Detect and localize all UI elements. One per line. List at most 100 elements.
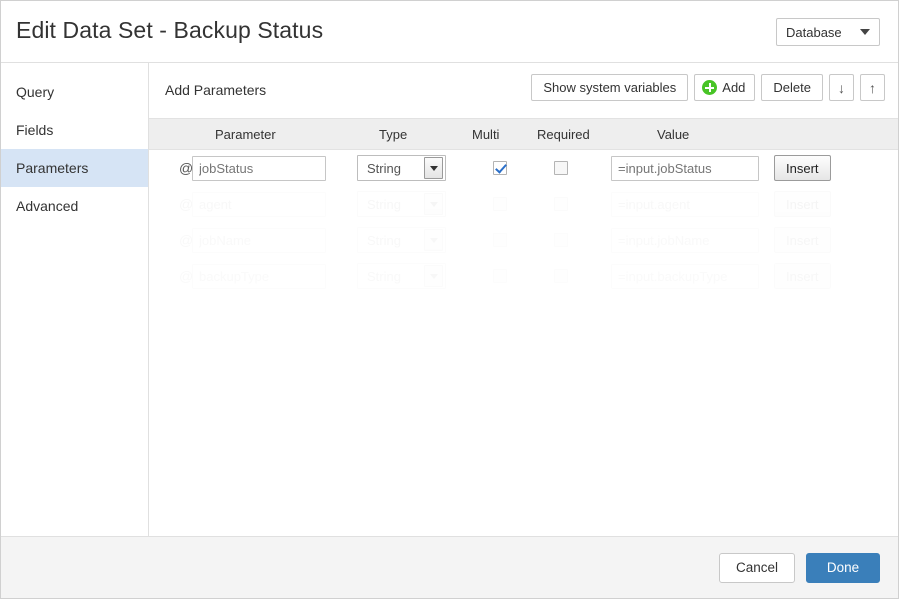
parameter-type-value: String [358,233,424,248]
required-cell [554,258,568,294]
parameter-type-cell: String [357,150,446,186]
sidebar-item-label: Query [16,84,54,100]
parameter-name-input [192,192,326,217]
insert-cell: Insert [774,186,831,222]
insert-cell: Insert [774,222,831,258]
required-checkbox [554,269,568,283]
parameter-name-input[interactable] [192,156,326,181]
multi-checkbox [493,197,507,211]
add-parameter-button[interactable]: Add [694,74,755,101]
chevron-down-icon [424,229,443,251]
parameter-name-cell [192,222,326,258]
page-title: Edit Data Set - Backup Status [16,17,323,44]
parameter-value-input [611,264,759,289]
required-checkbox [554,197,568,211]
parameter-type-value: String [358,161,424,176]
chevron-down-icon [424,193,443,215]
dialog-body: Query Fields Parameters Advanced Add Par… [1,63,898,536]
parameter-name-cell [192,186,326,222]
sidebar-item-label: Fields [16,122,53,138]
chevron-down-icon [424,265,443,287]
parameter-type-value: String [358,197,424,212]
sidebar-item-parameters[interactable]: Parameters [1,149,148,187]
move-down-button[interactable]: ↓ [829,74,854,101]
parameter-type-cell: String [357,222,446,258]
at-sign-icon: @ [179,186,193,222]
parameter-type-select[interactable]: String [357,155,446,181]
toolbar-button-group: Show system variables Add Delete ↓ ↑ [531,74,885,101]
required-cell [554,150,568,186]
column-header-multi: Multi [472,127,499,142]
insert-button: Insert [774,263,831,289]
multi-checkbox [493,269,507,283]
table-row: @ String [149,258,898,294]
required-cell [554,222,568,258]
sidebar: Query Fields Parameters Advanced [1,63,149,536]
parameter-value-cell [611,150,759,186]
dialog-footer: Cancel Done [1,536,898,598]
parameter-name-input [192,264,326,289]
multi-cell [493,150,507,186]
dialog-header: Edit Data Set - Backup Status Database [1,1,898,63]
parameter-name-cell [192,150,326,186]
add-button-label: Add [722,80,745,95]
required-cell [554,186,568,222]
sidebar-item-query[interactable]: Query [1,73,148,111]
parameter-value-input[interactable] [611,156,759,181]
at-sign-icon: @ [179,222,193,258]
parameters-table-header: Parameter Type Multi Required Value [149,118,898,150]
sidebar-item-label: Parameters [16,160,88,176]
at-sign-icon: @ [179,258,193,294]
parameter-type-select: String [357,227,446,253]
cancel-button[interactable]: Cancel [719,553,795,583]
section-title: Add Parameters [165,82,266,98]
parameter-value-cell [611,186,759,222]
multi-cell [493,258,507,294]
parameter-value-input [611,192,759,217]
insert-button[interactable]: Insert [774,155,831,181]
parameters-table-body: @ String [149,150,898,294]
parameter-type-value: String [358,269,424,284]
parameter-type-cell: String [357,186,446,222]
database-dropdown[interactable]: Database [776,18,880,46]
sidebar-item-label: Advanced [16,198,78,214]
chevron-down-icon [424,157,443,179]
parameters-toolbar: Add Parameters Show system variables Add… [149,63,898,118]
table-row: @ String [149,186,898,222]
parameter-value-input [611,228,759,253]
column-header-value: Value [657,127,689,142]
parameter-name-input [192,228,326,253]
sidebar-item-advanced[interactable]: Advanced [1,187,148,225]
database-dropdown-label: Database [786,25,860,40]
done-button[interactable]: Done [806,553,880,583]
column-header-type: Type [379,127,407,142]
delete-parameter-button[interactable]: Delete [761,74,823,101]
parameter-type-select: String [357,263,446,289]
parameters-panel: Add Parameters Show system variables Add… [149,63,898,536]
insert-button: Insert [774,191,831,217]
table-row: @ String [149,222,898,258]
sidebar-item-fields[interactable]: Fields [1,111,148,149]
move-up-button[interactable]: ↑ [860,74,885,101]
table-row[interactable]: @ String [149,150,898,186]
required-checkbox [554,233,568,247]
multi-checkbox[interactable] [493,161,507,175]
insert-button: Insert [774,227,831,253]
insert-cell: Insert [774,258,831,294]
chevron-down-icon [860,29,870,35]
parameter-name-cell [192,258,326,294]
insert-cell: Insert [774,150,831,186]
green-plus-circle-icon [702,80,717,95]
required-checkbox[interactable] [554,161,568,175]
multi-cell [493,222,507,258]
multi-cell [493,186,507,222]
parameter-value-cell [611,222,759,258]
edit-data-set-dialog: Edit Data Set - Backup Status Database Q… [0,0,899,599]
multi-checkbox [493,233,507,247]
parameter-type-cell: String [357,258,446,294]
show-system-variables-button[interactable]: Show system variables [531,74,688,101]
column-header-parameter: Parameter [215,127,276,142]
column-header-required: Required [537,127,590,142]
parameter-type-select: String [357,191,446,217]
parameter-value-cell [611,258,759,294]
